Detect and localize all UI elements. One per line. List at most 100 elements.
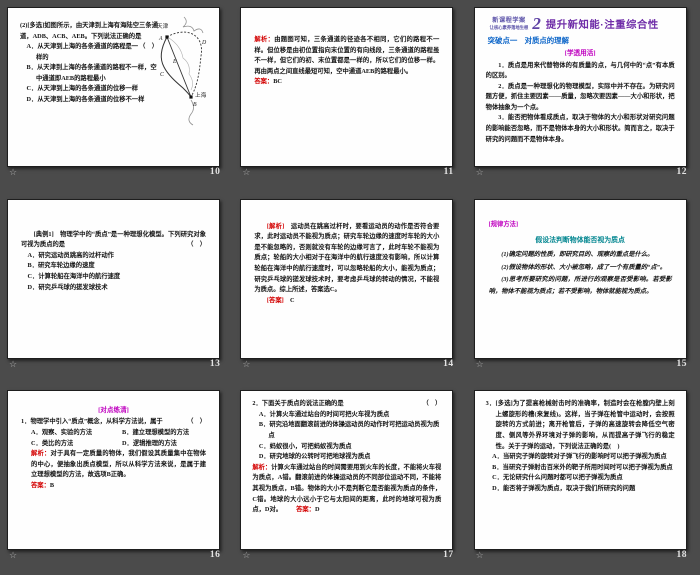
transition-star-icon[interactable]: ☆ — [476, 360, 484, 369]
transition-star-icon[interactable]: ☆ — [476, 551, 484, 560]
knowledge-point-2: 2．质点是一种理想化的物理模型，实际中并不存在。为研究问题方便，抓住主要因素——… — [486, 82, 675, 114]
practice-tag: [对点练清] — [21, 405, 206, 416]
slide-cell-12: 新课程学案 让核心素养落地生根 2 提升新知能·注重综合性 突破点一 对质点的理… — [467, 0, 700, 192]
tianjin-shanghai-route-map: 天津 A D E C 上海 B — [152, 14, 216, 126]
option-c: C．蚂蚁很小，可把蚂蚁视为质点 — [252, 442, 441, 453]
slide-number: 14 — [443, 359, 454, 369]
option-c: C．从天津到上海的各条通道的位移一样 — [20, 84, 158, 95]
slide-thumbnail-10[interactable]: (2)[多选]如图所示，由天津到上海有海陆空三条通道，ADB、ACB、AEB。下… — [7, 7, 220, 167]
option-b: B．建立理想模型的方法 — [122, 428, 189, 439]
route-aeb-straight — [167, 37, 191, 97]
city-label-shanghai: 上海 — [195, 91, 207, 99]
slide-sorter-grid: (2)[多选]如图所示，由天津到上海有海陆空三条通道，ADB、ACB、AEB。下… — [0, 0, 700, 575]
transition-star-icon[interactable]: ☆ — [9, 168, 17, 177]
analysis-label: 解析： — [252, 464, 271, 471]
transition-star-icon[interactable]: ☆ — [9, 360, 17, 369]
slide-cell-15: [规律方法] 假设法判断物体能否视为质点 (1)确定问题的性质，即研究目的、观察… — [467, 192, 700, 384]
slide-thumbnail-12[interactable]: 新课程学案 让核心素养落地生根 2 提升新知能·注重综合性 突破点一 对质点的理… — [474, 7, 687, 167]
analysis-label: 解析： — [31, 450, 50, 457]
slide-thumbnail-11[interactable]: 解析：由题图可知，三条通道的径迹各不相同，它们的路程不一样。但位移是由初位置指向… — [240, 7, 453, 167]
option-c: C．类比的方法 — [31, 439, 122, 450]
answer-label: 答案： — [296, 506, 315, 513]
answer-line: 答案：BC — [254, 77, 439, 88]
slide-thumbnail-17[interactable]: 2．下面关于质点的说法正确的是（ ） A．计算火车通过站台的时间可把火车视为质点… — [240, 390, 453, 550]
analysis-paragraph: 解析：计算火车通过站台的时间需要用到火车的长度，不能将火车视为质点，A错。翻滚前… — [252, 463, 441, 516]
answer-bracket: （ ） — [422, 399, 441, 410]
route-acb-coast — [161, 37, 191, 97]
option-d: D．研究地球的公转时可把地球视为质点 — [252, 452, 441, 463]
method-tag: [规律方法] — [489, 219, 672, 231]
slide-cell-11: 解析：由题图可知，三条通道的径迹各不相同，它们的路程不一样。但位移是由初位置指向… — [233, 0, 466, 192]
option-b: B．当研究子弹射击百米外的靶子所用时间时可以把子弹视为质点 — [486, 463, 675, 474]
answer-line: 答案：B — [21, 481, 206, 492]
slide-number: 17 — [443, 550, 454, 560]
analysis-paragraph: 解析：对于具有一定质量的物体，我们假设其质量集中在物体的中心，便抽象出质点模型，… — [21, 449, 206, 481]
option-d: D．从天津到上海的各条通道的位移不一样 — [20, 95, 158, 106]
brand-slogan: 让核心素养落地生根 — [490, 25, 529, 30]
method-heading: 假设法判断物体能否视为质点 — [489, 234, 672, 247]
point-label-a: A — [158, 36, 163, 42]
slide-number: 11 — [444, 167, 454, 177]
study-tag: [学透用活] — [486, 48, 675, 59]
answer-bracket: （ ） — [175, 240, 206, 251]
slide-thumbnail-18[interactable]: 3．[多选]为了提高枪械射击时的准确率，制造时会在枪膛内壁上刻上螺旋形的槽(来复… — [474, 390, 687, 550]
slide-cell-10: (2)[多选]如图所示，由天津到上海有海陆空三条通道，ADB、ACB、AEB。下… — [0, 0, 233, 192]
option-d: D．逻辑推理的方法 — [122, 439, 177, 450]
method-step-2: (2)假设物体的形状、大小被忽略，成了一个有质量的“点”。 — [489, 262, 672, 274]
option-a: A．从天津到上海的各条通道的路程是一样的 — [20, 42, 158, 63]
option-a: A．观察、实验的方法 — [31, 428, 122, 439]
lesson-brand-header: 新课程学案 让核心素养落地生根 2 提升新知能·注重综合性 — [490, 15, 675, 32]
section-number: 2 — [532, 15, 541, 32]
slide-thumbnail-14[interactable]: [解析] 运动员在跳高过杆时，要看运动员的动作是否符合要求，此时运动员不能视为质… — [240, 199, 453, 359]
knowledge-point-3: 3．能否把物体看成质点，取决于物体的大小和形状对研究问题的影响能否忽略，而不是物… — [486, 113, 675, 145]
answer-label: 答案： — [31, 482, 50, 489]
answer-bracket: （ ） — [187, 417, 206, 428]
method-step-1: (1)确定问题的性质，即研究目的、观察的重点是什么。 — [489, 249, 672, 261]
option-a: A．当研究子弹的旋转对子弹飞行的影响时可以把子弹视为质点 — [486, 452, 675, 463]
point-a-marker — [165, 35, 168, 38]
option-a: A．计算火车通过站台的时间可把火车视为质点 — [252, 410, 441, 421]
header-title: 提升新知能·注重综合性 — [546, 16, 659, 31]
city-label-tianjin: 天津 — [157, 23, 169, 30]
option-row-cd: C．类比的方法D．逻辑推理的方法 — [21, 439, 206, 450]
method-step-3: (3)思考所要研究的问题，所进行的观察是否受影响。若受影响，物体不能视为质点；若… — [489, 274, 672, 299]
slide-cell-13: [典例1] 物理学中的“质点”是一种理想化模型。下列研究对象可视为质点的是（ ）… — [0, 192, 233, 384]
slide-number: 15 — [676, 359, 687, 369]
option-c: C．计算轮船在海洋中的航行速度 — [21, 272, 206, 283]
transition-star-icon[interactable]: ☆ — [242, 551, 250, 560]
option-b: B．研究沿地面翻滚前进的体操运动员的动作时可把运动员视为质点 — [252, 420, 441, 441]
answer-line: [答案] C — [254, 296, 439, 307]
slide-number: 18 — [676, 550, 687, 560]
transition-star-icon[interactable]: ☆ — [9, 551, 17, 560]
analysis-paragraph: [解析] 运动员在跳高过杆时，要看运动员的动作是否符合要求，此时运动员不能视为质… — [254, 222, 439, 296]
option-row-ab: A．观察、实验的方法B．建立理想模型的方法 — [21, 428, 206, 439]
option-b: B．研究车轮边缘的速度 — [21, 261, 206, 272]
option-c: C．无论研究什么问题时都可以把子弹视为质点 — [486, 473, 675, 484]
analysis-paragraph: 解析：由题图可知，三条通道的径迹各不相同，它们的路程不一样。但位移是由初位置指向… — [254, 35, 439, 77]
transition-star-icon[interactable]: ☆ — [242, 168, 250, 177]
answer-label: 答案： — [254, 78, 273, 85]
slide-number: 12 — [676, 167, 687, 177]
transition-star-icon[interactable]: ☆ — [242, 360, 250, 369]
slide-number: 13 — [210, 359, 221, 369]
answer-label: [答案] — [267, 297, 284, 304]
slide-cell-14: [解析] 运动员在跳高过杆时，要看运动员的动作是否符合要求，此时运动员不能视为质… — [233, 192, 466, 384]
knowledge-point-1: 1．质点是用来代替物体的有质量的点，与几何中的“点”有本质的区别。 — [486, 61, 675, 82]
question-stem: 3．[多选]为了提高枪械射击时的准确率，制造时会在枪膛内壁上刻上螺旋形的槽(来复… — [486, 399, 675, 452]
question-stem: 2．下面关于质点的说法正确的是（ ） — [252, 399, 441, 410]
brand-name: 新课程学案 — [490, 17, 529, 25]
answer-bracket: ( ) — [609, 443, 620, 450]
slide-cell-18: 3．[多选]为了提高枪械射击时的准确率，制造时会在枪膛内壁上刻上螺旋形的槽(来复… — [467, 383, 700, 575]
slide-number: 16 — [210, 550, 221, 560]
slide-thumbnail-16[interactable]: [对点练清] 1．物理学中引入“质点”概念，从科学方法说，属于（ ） A．观察、… — [7, 390, 220, 550]
question-stem: (2)[多选]如图所示，由天津到上海有海陆空三条通道，ADB、ACB、AEB。下… — [20, 21, 158, 42]
option-d: D．能否将子弹视为质点，取决于我们所研究的问题 — [486, 484, 675, 495]
analysis-label: [解析] — [267, 223, 284, 230]
example-stem: [典例1] 物理学中的“质点”是一种理想化模型。下列研究对象可视为质点的是（ ） — [21, 230, 206, 251]
slide-cell-17: 2．下面关于质点的说法正确的是（ ） A．计算火车通过站台的时间可把火车视为质点… — [233, 383, 466, 575]
analysis-label: 解析： — [254, 36, 274, 43]
slide-thumbnail-15[interactable]: [规律方法] 假设法判断物体能否视为质点 (1)确定问题的性质，即研究目的、观察… — [474, 199, 687, 359]
slide-thumbnail-13[interactable]: [典例1] 物理学中的“质点”是一种理想化模型。下列研究对象可视为质点的是（ ）… — [7, 199, 220, 359]
question-stem: 1．物理学中引入“质点”概念，从科学方法说，属于（ ） — [21, 417, 206, 428]
transition-star-icon[interactable]: ☆ — [476, 168, 484, 177]
